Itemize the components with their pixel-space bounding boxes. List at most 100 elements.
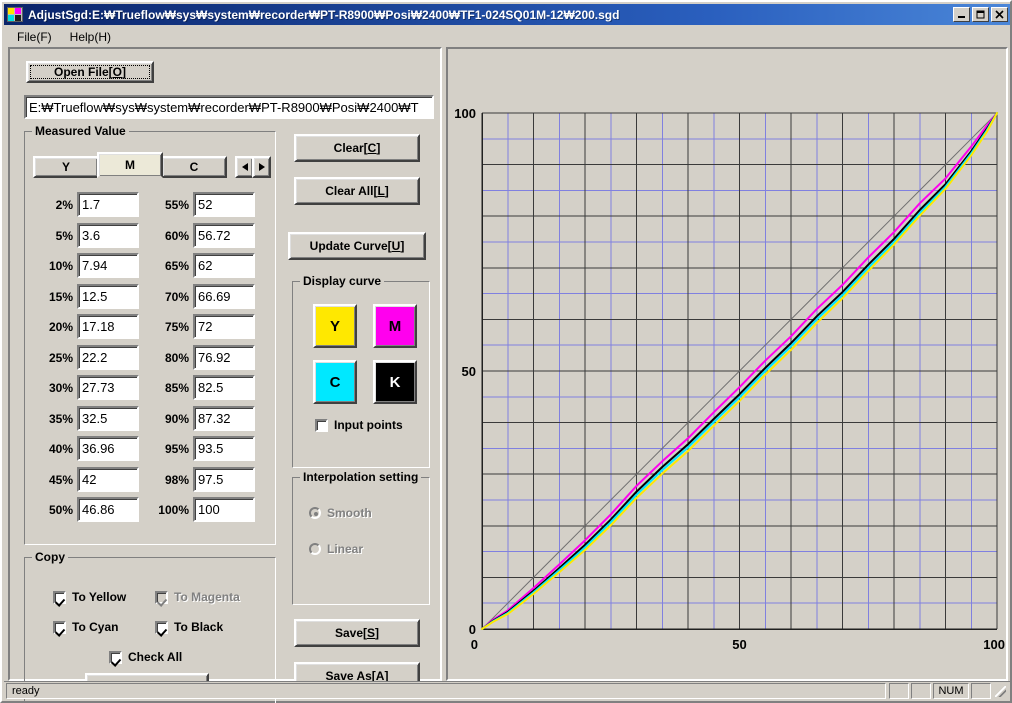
channel-tabs: Y M C: [33, 150, 271, 178]
update-curve-label-post: ]: [400, 239, 405, 253]
interpolation-setting-group: Interpolation setting Smooth Linear: [292, 470, 430, 605]
update-curve-button[interactable]: Update Curve[U]: [288, 232, 426, 260]
measured-value-input[interactable]: 93.5: [193, 436, 255, 461]
tab-next-button[interactable]: [252, 156, 271, 178]
copy-to-magenta-label: To Magenta: [174, 590, 240, 604]
update-curve-label-pre: Update Curve[: [309, 239, 392, 253]
open-file-button[interactable]: Open File[O]: [26, 61, 154, 83]
measured-value-input[interactable]: 7.94: [77, 253, 139, 278]
save-button[interactable]: Save[S]: [294, 619, 420, 647]
measured-pct-label: 80%: [164, 350, 189, 365]
interpolation-smooth-radio: Smooth: [309, 506, 372, 520]
file-path-input[interactable]: E:₩Trueflow₩sys₩system₩recorder₩PT-R8900…: [24, 95, 434, 119]
clear-label-pre: Clear[: [333, 141, 368, 155]
maximize-button[interactable]: [972, 7, 989, 22]
clear-label-post: ]: [376, 141, 381, 155]
interpolation-linear-radio: Linear: [309, 542, 363, 556]
copy-title: Copy: [32, 550, 68, 564]
chevron-left-icon: [241, 163, 248, 171]
measured-value-input[interactable]: 36.96: [77, 436, 139, 461]
curve-chart-panel: 0 50 100 0 50 100: [446, 47, 1008, 681]
display-curve-k-label: K: [389, 373, 401, 391]
measured-value-input[interactable]: 1.7: [77, 192, 139, 217]
copy-to-cyan-checkbox[interactable]: To Cyan: [53, 620, 118, 634]
status-message: ready: [6, 682, 886, 699]
measured-value-input[interactable]: 22.2: [77, 344, 139, 370]
measured-pct-label: 25%: [48, 350, 73, 365]
check-all-label: Check All: [128, 650, 183, 664]
tab-m[interactable]: M: [97, 152, 163, 178]
tab-c-label: C: [189, 160, 199, 174]
chart-svg: 0 50 100 0 50 100: [454, 106, 1005, 652]
measured-value-input[interactable]: 82.5: [193, 375, 255, 400]
measured-value-input[interactable]: 87.32: [193, 405, 255, 431]
measured-value-input[interactable]: 66.69: [193, 283, 255, 309]
x-axis-tick-label: 100: [983, 637, 1005, 652]
resize-grip-icon[interactable]: [992, 683, 1008, 699]
measured-value-input[interactable]: 17.18: [77, 314, 139, 339]
tab-c[interactable]: C: [161, 156, 227, 178]
copy-to-black-label: To Black: [174, 620, 224, 634]
open-file-label-post: ]: [122, 65, 126, 79]
measured-value-title: Measured Value: [32, 124, 129, 138]
status-bar: ready NUM: [4, 681, 1010, 699]
measured-value-input[interactable]: 72: [193, 314, 255, 339]
measured-value-input[interactable]: 97.5: [193, 466, 255, 492]
measured-value-input[interactable]: 76.92: [193, 344, 255, 370]
open-file-label-pre: Open File[: [53, 65, 113, 79]
measured-pct-label: 95%: [164, 442, 189, 456]
display-curve-c-button[interactable]: C: [313, 360, 357, 404]
display-curve-m-button[interactable]: M: [373, 304, 417, 348]
tab-y-label: Y: [61, 160, 70, 174]
measured-value-input[interactable]: 100: [193, 497, 255, 522]
display-curve-k-button[interactable]: K: [373, 360, 417, 404]
radio-icon: [309, 543, 321, 555]
y-axis-tick-label: 50: [462, 364, 476, 379]
tone-curve-chart[interactable]: 0 50 100 0 50 100: [448, 49, 1006, 679]
clear-button[interactable]: Clear[C]: [294, 134, 420, 162]
interpolation-title: Interpolation setting: [300, 470, 422, 484]
measured-value-input[interactable]: 62: [193, 253, 255, 278]
measured-value-input[interactable]: 3.6: [77, 222, 139, 248]
measured-pct-label: 20%: [48, 320, 73, 334]
measured-value-input[interactable]: 12.5: [77, 283, 139, 309]
measured-pct-label: 30%: [48, 381, 73, 395]
check-all-checkbox[interactable]: Check All: [109, 650, 182, 664]
display-curve-group: Display curve Y M C K Input points: [292, 274, 430, 468]
status-pane-4: [971, 682, 991, 699]
close-button[interactable]: [991, 7, 1008, 22]
interpolation-linear-label: Linear: [327, 542, 364, 556]
measured-value-input[interactable]: 27.73: [77, 375, 139, 400]
clear-all-label-post: ]: [384, 184, 389, 198]
copy-to-yellow-checkbox[interactable]: To Yellow: [53, 590, 126, 604]
clear-accel: C: [367, 141, 377, 155]
measured-pct-label: 65%: [164, 259, 189, 273]
clear-all-button[interactable]: Clear All[L]: [294, 177, 420, 205]
checkbox-icon: [109, 650, 122, 664]
status-pane-1: [889, 682, 909, 699]
measured-value-input[interactable]: 46.86: [77, 497, 139, 522]
measured-value-input[interactable]: 52: [193, 192, 255, 217]
menu-item-help[interactable]: Help(H): [62, 28, 119, 46]
measured-pct-label: 70%: [164, 289, 189, 304]
tab-y[interactable]: Y: [33, 156, 99, 178]
measured-pct-label: 100%: [158, 503, 189, 517]
checkbox-icon: [53, 590, 66, 604]
measured-pct-label: 40%: [48, 442, 73, 456]
measured-pct-label: 50%: [48, 503, 73, 517]
display-curve-y-button[interactable]: Y: [313, 304, 357, 348]
input-points-checkbox[interactable]: Input points: [315, 418, 403, 432]
copy-to-black-checkbox[interactable]: To Black: [155, 620, 223, 634]
checkbox-icon: [315, 418, 328, 432]
measured-value-input[interactable]: 32.5: [77, 405, 139, 431]
measured-pct-label: 5%: [55, 228, 73, 243]
measured-value-input[interactable]: 56.72: [193, 222, 255, 248]
menu-item-file[interactable]: File(F): [9, 28, 60, 46]
measured-value-input[interactable]: 42: [77, 466, 139, 492]
save-label-post: ]: [375, 626, 380, 640]
minimize-button[interactable]: [953, 7, 970, 22]
x-axis-tick-label: 0: [471, 637, 478, 652]
measured-pct-label: 10%: [48, 259, 73, 273]
checkbox-icon: [53, 620, 66, 634]
interpolation-smooth-label: Smooth: [327, 506, 372, 520]
